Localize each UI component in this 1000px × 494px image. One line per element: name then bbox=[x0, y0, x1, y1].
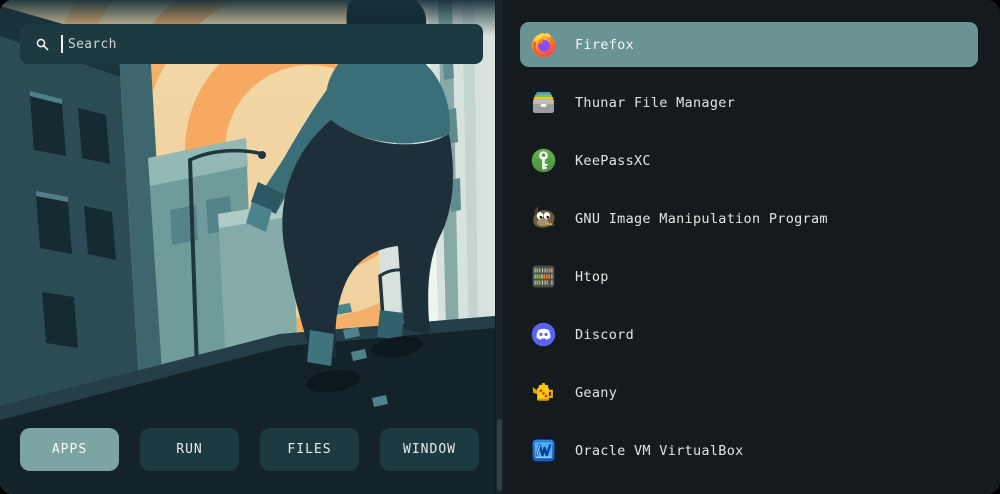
app-row-firefox[interactable]: Firefox bbox=[520, 22, 978, 67]
app-label: Oracle VM VirtualBox bbox=[575, 443, 744, 459]
wallpaper-illustration bbox=[0, 0, 495, 494]
left-panel: Search APPS RUN FILES WINDOW bbox=[0, 0, 495, 494]
app-label: Htop bbox=[575, 269, 609, 285]
virtualbox-icon bbox=[529, 436, 558, 465]
gimp-icon bbox=[529, 204, 558, 233]
app-label: Geany bbox=[575, 385, 617, 401]
app-list: Firefox Thunar File Manager KeePassXC GN… bbox=[520, 22, 978, 473]
thunar-icon bbox=[529, 88, 558, 117]
app-label: Thunar File Manager bbox=[575, 95, 735, 111]
app-label: KeePassXC bbox=[575, 153, 651, 169]
tab-window[interactable]: WINDOW bbox=[380, 428, 479, 471]
app-label: Firefox bbox=[575, 37, 634, 53]
tab-label: APPS bbox=[52, 442, 87, 457]
keepassxc-icon bbox=[529, 146, 558, 175]
tab-label: WINDOW bbox=[403, 442, 456, 457]
search-icon bbox=[33, 35, 52, 54]
geany-icon bbox=[529, 378, 558, 407]
firefox-icon bbox=[529, 30, 558, 59]
app-row-oracle-vm-virtualbox[interactable]: Oracle VM VirtualBox bbox=[520, 428, 978, 473]
htop-icon bbox=[529, 262, 558, 291]
tab-files[interactable]: FILES bbox=[260, 428, 359, 471]
app-row-discord[interactable]: Discord bbox=[520, 312, 978, 357]
app-list-panel: Firefox Thunar File Manager KeePassXC GN… bbox=[495, 0, 1000, 494]
app-row-htop[interactable]: Htop bbox=[520, 254, 978, 299]
scrollbar-thumb[interactable] bbox=[497, 419, 502, 491]
app-label: Discord bbox=[575, 327, 634, 343]
launcher-window: Search APPS RUN FILES WINDOW Firefox Thu… bbox=[0, 0, 1000, 494]
app-label: GNU Image Manipulation Program bbox=[575, 211, 828, 227]
search-placeholder: Search bbox=[68, 37, 117, 52]
app-row-geany[interactable]: Geany bbox=[520, 370, 978, 415]
tab-apps[interactable]: APPS bbox=[20, 428, 119, 471]
scrollbar[interactable] bbox=[496, 0, 503, 494]
discord-icon bbox=[529, 320, 558, 349]
tab-label: FILES bbox=[287, 442, 331, 457]
app-row-keepassxc[interactable]: KeePassXC bbox=[520, 138, 978, 183]
app-row-gnu-image-manipulation-program[interactable]: GNU Image Manipulation Program bbox=[520, 196, 978, 241]
mode-tabs: APPS RUN FILES WINDOW bbox=[20, 428, 479, 471]
text-cursor bbox=[61, 35, 63, 53]
tab-label: RUN bbox=[176, 442, 202, 457]
app-row-thunar-file-manager[interactable]: Thunar File Manager bbox=[520, 80, 978, 125]
search-input[interactable]: Search bbox=[20, 24, 483, 64]
tab-run[interactable]: RUN bbox=[140, 428, 239, 471]
